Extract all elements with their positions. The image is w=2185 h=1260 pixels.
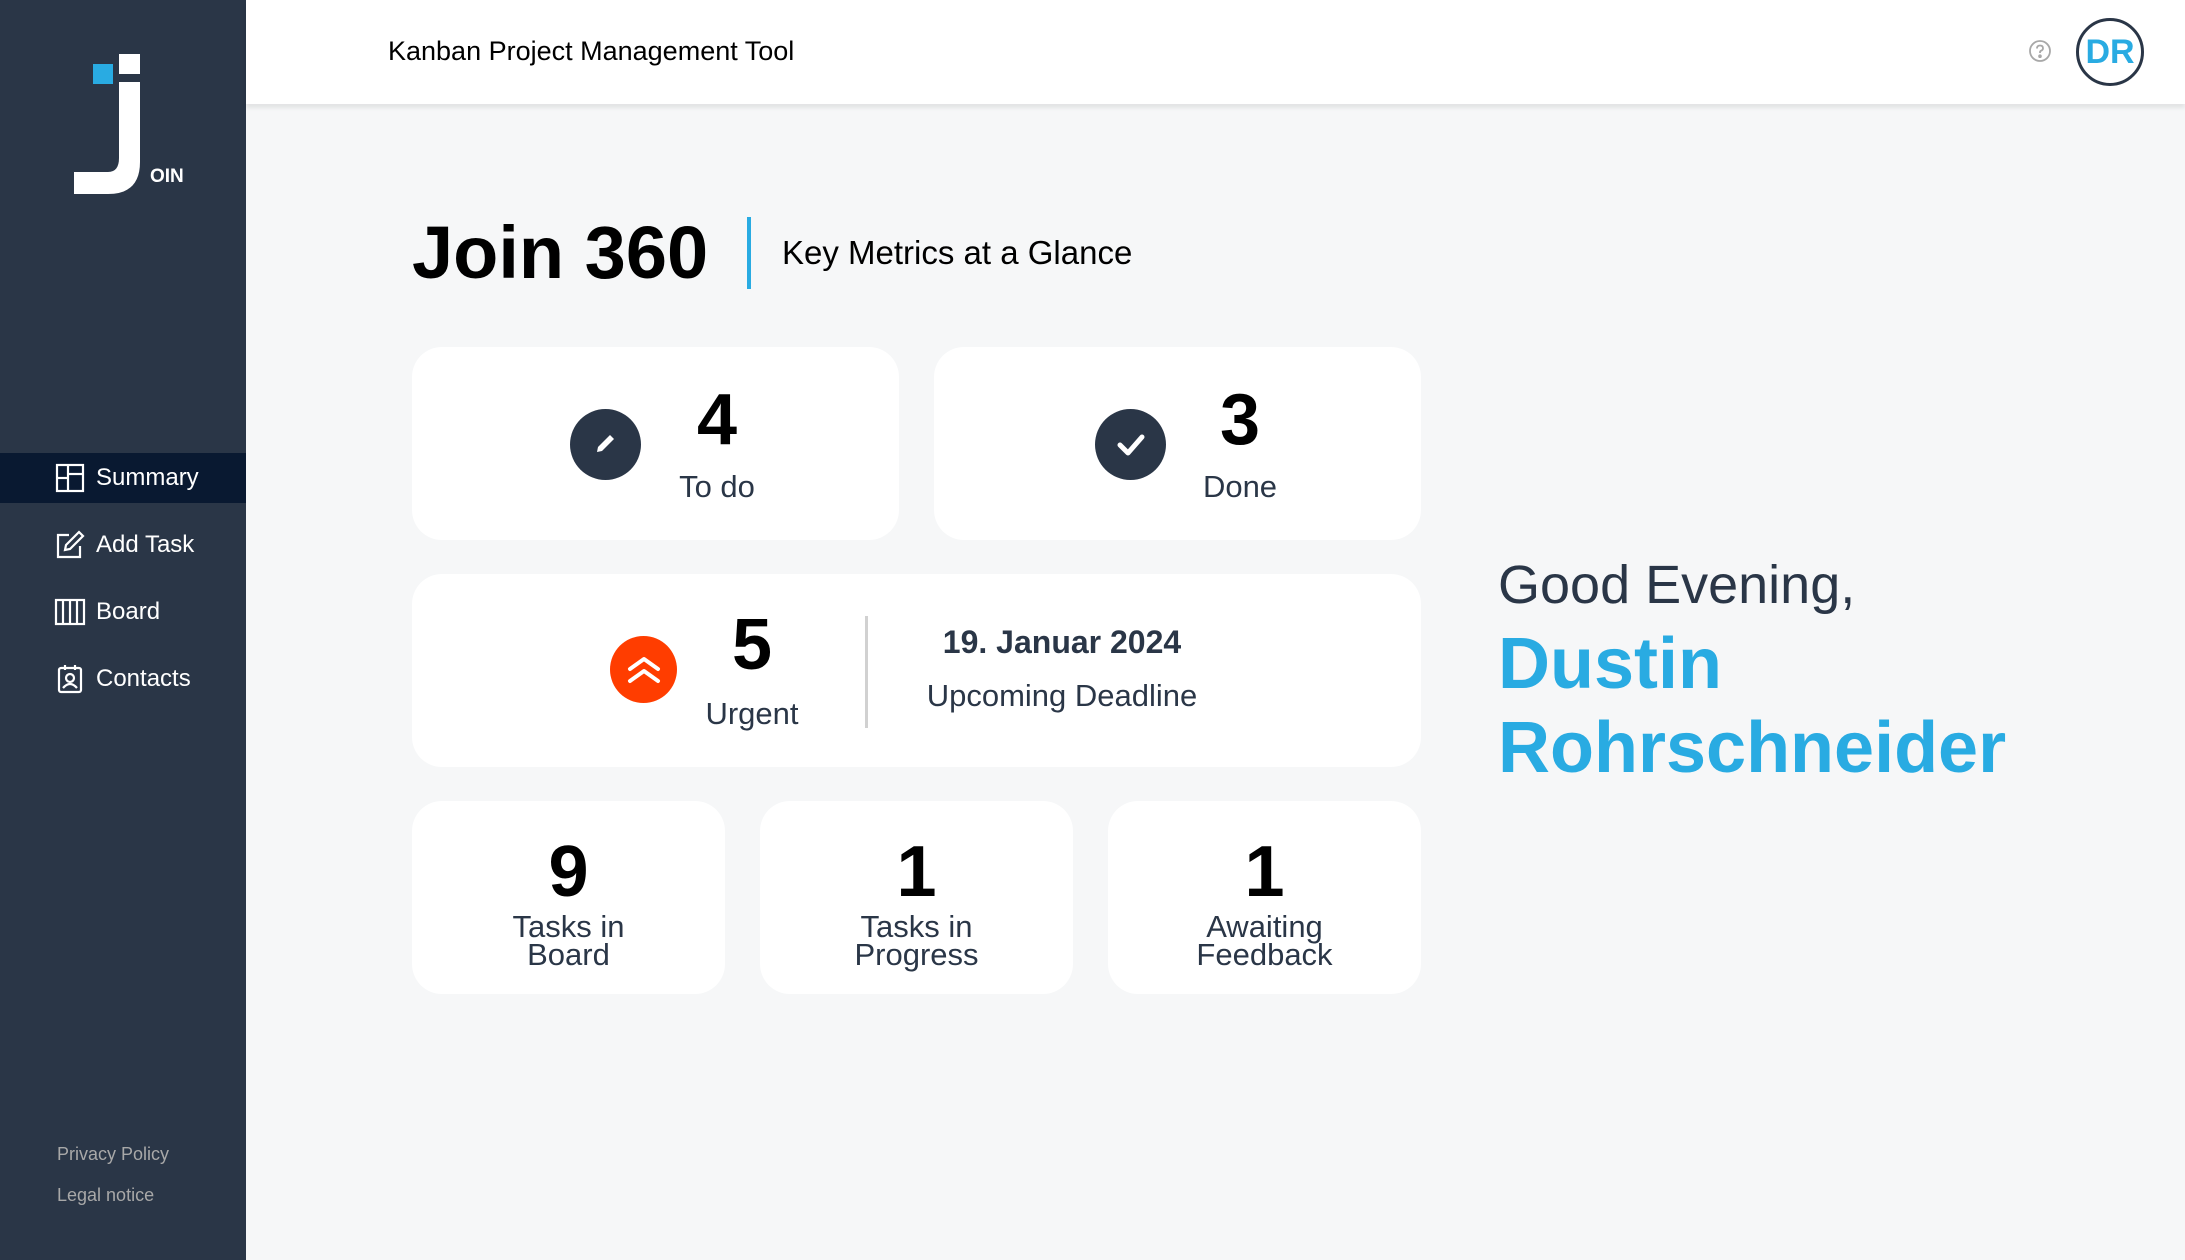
sidebar-item-label: Contacts [96,665,191,692]
urgent-label: Urgent [705,696,799,731]
label-line: Feedback [1196,937,1333,972]
awaiting-feedback-count: 1 [1244,832,1285,912]
sidebar-item-label: Add Task [96,531,195,558]
greeting-text: Good Evening, [1498,555,1856,615]
done-count: 3 [1219,380,1261,460]
label-line: Board [527,937,610,972]
board-icon [54,596,86,628]
user-initials: DR [2085,32,2135,71]
awaiting-feedback-card[interactable]: 1 Awaiting Feedback [1108,801,1421,994]
page-subtitle: Key Metrics at a Glance [782,234,1133,271]
todo-count: 4 [696,380,738,460]
deadline-label: Upcoming Deadline [926,678,1198,713]
tasks-in-progress-card[interactable]: 1 Tasks in Progress [760,801,1073,994]
done-label: Done [1202,469,1278,504]
sidebar-item-board[interactable]: Board [0,587,246,637]
logo-text: OIN [150,166,184,187]
sidebar-nav: Summary Add Task Board Contacts [0,453,246,721]
label-line: Progress [854,937,979,972]
add-task-icon [54,529,86,561]
tasks-in-progress-label: Tasks in Progress [760,911,1073,972]
privacy-policy-link[interactable]: Privacy Policy [57,1144,169,1165]
pencil-icon [570,409,641,480]
tasks-in-board-label: Tasks in Board [412,911,725,972]
summary-icon [54,462,86,494]
urgent-count: 5 [731,605,773,685]
top-header: Kanban Project Management Tool DR [246,0,2185,104]
header-title: Kanban Project Management Tool [388,36,795,66]
awaiting-feedback-label: Awaiting Feedback [1108,911,1421,972]
tasks-in-board-card[interactable]: 9 Tasks in Board [412,801,725,994]
user-avatar[interactable]: DR [2076,18,2144,86]
page-title: Join 360 [412,211,709,294]
sidebar-item-summary[interactable]: Summary [0,453,246,503]
done-card[interactable]: 3 Done [934,347,1421,540]
todo-card[interactable]: 4 To do [412,347,899,540]
sidebar-footer: Privacy Policy Legal notice [57,1144,169,1226]
help-icon[interactable] [2028,39,2052,63]
title-divider [747,217,751,289]
urgent-priority-icon [610,636,677,703]
legal-notice-link[interactable]: Legal notice [57,1185,169,1206]
deadline-date: 19. Januar 2024 [942,624,1182,660]
tasks-in-board-count: 9 [548,832,589,912]
card-divider [865,616,868,728]
greeting: Good Evening, Dustin Rohrschneider [1498,554,2058,790]
sidebar-item-label: Summary [96,464,199,491]
greeting-user-name: Dustin Rohrschneider [1498,624,2007,788]
todo-label: To do [679,469,755,504]
contacts-icon [54,663,86,695]
sidebar-item-add-task[interactable]: Add Task [0,520,246,570]
sidebar-item-contacts[interactable]: Contacts [0,654,246,704]
tasks-in-progress-count: 1 [896,832,937,912]
sidebar: OIN Summary Add Task Board Contacts Priv… [0,0,246,1260]
sidebar-item-label: Board [96,598,161,625]
urgent-card[interactable]: 5 Urgent 19. Januar 2024 Upcoming Deadli… [412,574,1421,767]
